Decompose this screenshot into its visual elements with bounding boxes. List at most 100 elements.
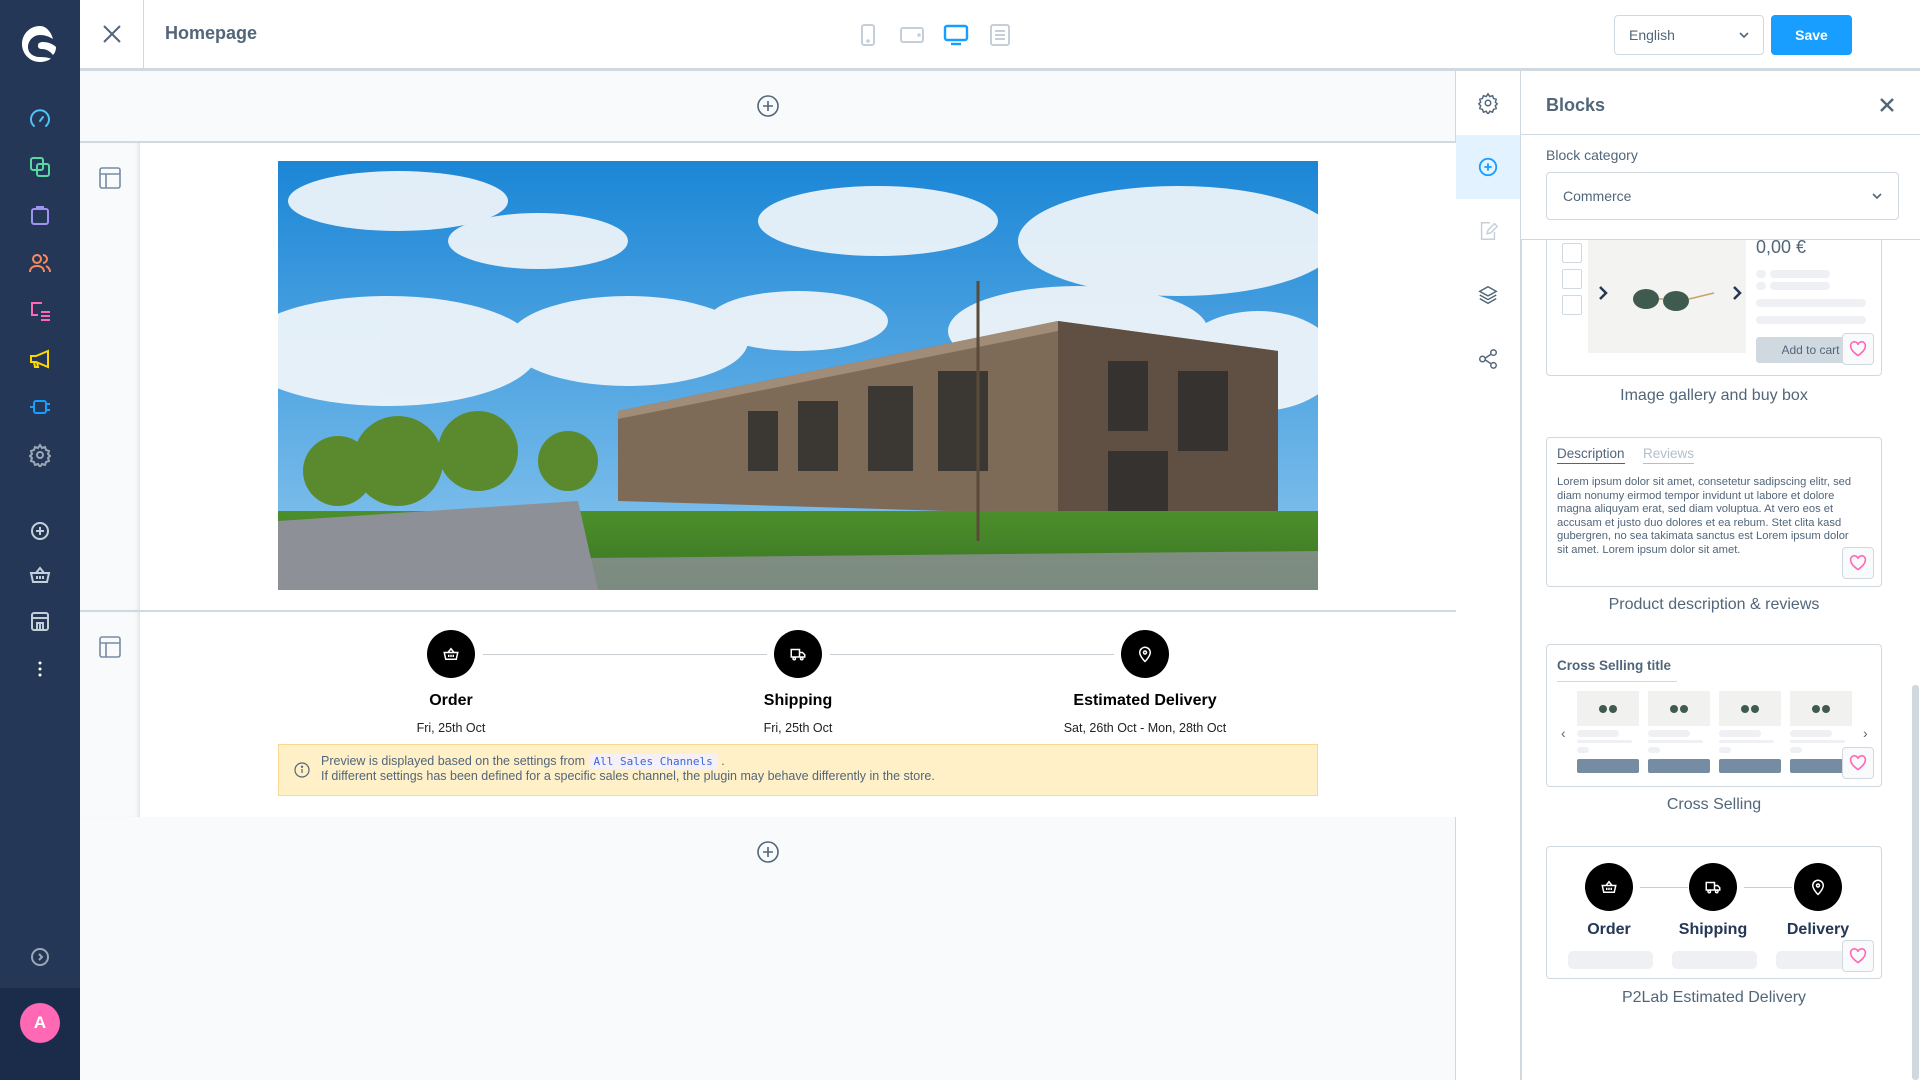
timeline-connector bbox=[1640, 887, 1688, 888]
plus-circle-icon[interactable] bbox=[756, 840, 780, 864]
device-tablet-button[interactable] bbox=[898, 22, 926, 48]
price: 0,00 € bbox=[1756, 239, 1807, 257]
close-icon[interactable] bbox=[1879, 97, 1895, 113]
section-hero[interactable] bbox=[80, 141, 1456, 610]
tab-page-settings[interactable] bbox=[1456, 71, 1520, 135]
favorite-button[interactable] bbox=[1842, 747, 1874, 779]
step-label: Shipping bbox=[763, 692, 833, 709]
step-label: Estimated Delivery bbox=[1073, 692, 1217, 709]
heart-icon bbox=[1849, 341, 1867, 357]
device-desktop-button[interactable] bbox=[942, 22, 970, 48]
language-select[interactable]: English bbox=[1614, 15, 1764, 55]
admin-sidebar: A bbox=[0, 0, 80, 1080]
step-label: Order bbox=[1587, 921, 1631, 938]
users-icon bbox=[29, 254, 51, 273]
timeline-step-order: Order Fri, 25th Oct bbox=[301, 630, 601, 735]
tab-blocks[interactable] bbox=[1456, 135, 1520, 199]
top-bar: Homepage English Save bbox=[80, 0, 1920, 71]
blocks-scrollbar[interactable] bbox=[1912, 685, 1919, 1080]
step-label: Shipping bbox=[1678, 921, 1748, 938]
block-category-label: Block category bbox=[1546, 147, 1638, 163]
hero-image[interactable] bbox=[278, 161, 1318, 590]
list-form-icon bbox=[990, 24, 1010, 46]
block-category-select[interactable]: Commerce bbox=[1546, 172, 1899, 220]
thumbnail bbox=[1562, 243, 1582, 263]
basket-icon bbox=[1601, 880, 1617, 893]
map-pin-icon bbox=[1811, 879, 1825, 896]
step-icon-circle bbox=[427, 630, 475, 678]
device-mobile-button[interactable] bbox=[854, 22, 882, 48]
sidebar-add-sales-channel[interactable] bbox=[27, 518, 53, 544]
skeleton bbox=[1672, 951, 1757, 969]
favorite-button[interactable] bbox=[1842, 547, 1874, 579]
step-date: Sat, 26th Oct - Mon, 28th Oct bbox=[1063, 721, 1227, 735]
megaphone-icon bbox=[30, 349, 49, 369]
favorite-button[interactable] bbox=[1842, 333, 1874, 365]
block-cross-selling[interactable]: Cross Selling title ‹ › bbox=[1546, 644, 1882, 787]
sidebar-item-orders[interactable] bbox=[27, 202, 53, 228]
block-category-value: Commerce bbox=[1563, 188, 1632, 204]
skeleton bbox=[1756, 316, 1866, 324]
section-layout-icon[interactable] bbox=[99, 167, 121, 189]
skeleton bbox=[1770, 282, 1830, 290]
step-icon-circle bbox=[1689, 863, 1737, 911]
block-name: Image gallery and buy box bbox=[1620, 387, 1808, 404]
sidebar-item-settings[interactable] bbox=[27, 442, 53, 468]
avatar[interactable]: A bbox=[20, 1003, 60, 1043]
timeline-step-delivery: Estimated Delivery Sat, 26th Oct - Mon, … bbox=[995, 630, 1295, 735]
favorite-button[interactable] bbox=[1842, 940, 1874, 972]
block-p2lab-estimated-delivery[interactable]: Order Shipping Delivery bbox=[1546, 846, 1882, 979]
shopware-logo[interactable] bbox=[18, 22, 62, 66]
timeline-step-shipping: Shipping Fri, 25th Oct bbox=[648, 630, 948, 735]
skeleton bbox=[1756, 270, 1766, 278]
save-button[interactable]: Save bbox=[1771, 15, 1852, 55]
sidebar-item-catalogues[interactable] bbox=[27, 154, 53, 180]
sidebar-collapse-button[interactable] bbox=[27, 944, 53, 970]
sidebar-sales-channel-storefront[interactable] bbox=[27, 608, 53, 634]
cross-selling-title: Cross Selling title bbox=[1557, 658, 1677, 682]
notice-text: . bbox=[721, 754, 725, 768]
chevron-down-icon bbox=[1739, 31, 1749, 38]
sunglasses-image bbox=[1599, 286, 1742, 311]
close-editor-button[interactable] bbox=[80, 0, 144, 68]
heart-icon bbox=[1849, 755, 1867, 771]
sidebar-item-content[interactable] bbox=[27, 298, 53, 324]
step-date: Fri, 25th Oct bbox=[763, 721, 833, 735]
add-section-top bbox=[80, 71, 1456, 141]
tab-edit[interactable] bbox=[1456, 199, 1520, 263]
sidebar-more[interactable] bbox=[27, 656, 53, 682]
plus-circle-icon bbox=[1478, 157, 1498, 177]
sidebar-item-dashboard[interactable] bbox=[27, 106, 53, 132]
tab-layers[interactable] bbox=[1456, 263, 1520, 327]
plus-circle-icon[interactable] bbox=[756, 94, 780, 118]
section-layout-icon[interactable] bbox=[99, 636, 121, 658]
sidebar-sales-channel-headless[interactable] bbox=[27, 562, 53, 588]
sidebar-item-marketing[interactable] bbox=[27, 346, 53, 372]
step-label: Delivery bbox=[1786, 921, 1850, 938]
share-icon bbox=[1479, 349, 1497, 369]
tablet-icon bbox=[900, 27, 924, 43]
block-product-description[interactable]: Description Reviews Lorem ipsum dolor si… bbox=[1546, 437, 1882, 587]
delivery-timeline[interactable]: Order Fri, 25th Oct Shipping Fri, 25th O… bbox=[278, 612, 1318, 819]
block-image-gallery[interactable]: 0,00 € Add to cart bbox=[1546, 239, 1882, 376]
close-icon bbox=[102, 25, 121, 43]
thumbnail bbox=[1562, 295, 1582, 315]
notice-line-1: Preview is displayed based on the settin… bbox=[321, 754, 1317, 769]
step-icon-circle bbox=[774, 630, 822, 678]
gauge-icon bbox=[30, 109, 50, 127]
plus-circle-icon bbox=[31, 522, 49, 540]
device-form-button[interactable] bbox=[986, 22, 1014, 48]
sidebar-item-extensions[interactable] bbox=[27, 394, 53, 420]
gear-icon bbox=[1477, 92, 1499, 114]
section-estimated-delivery[interactable]: Order Fri, 25th Oct Shipping Fri, 25th O… bbox=[80, 610, 1456, 817]
sidebar-tabs bbox=[1456, 71, 1521, 1080]
tab-share[interactable] bbox=[1456, 327, 1520, 391]
chevron-circle-right-icon bbox=[31, 948, 49, 966]
tab-reviews: Reviews bbox=[1643, 446, 1695, 464]
step-icon-circle bbox=[1585, 863, 1633, 911]
divider bbox=[1521, 240, 1522, 1080]
storefront-icon bbox=[31, 612, 49, 631]
sidebar-item-customers[interactable] bbox=[27, 250, 53, 276]
notice-text: Preview is displayed based on the settin… bbox=[321, 754, 586, 768]
thumbnail bbox=[1562, 269, 1582, 289]
